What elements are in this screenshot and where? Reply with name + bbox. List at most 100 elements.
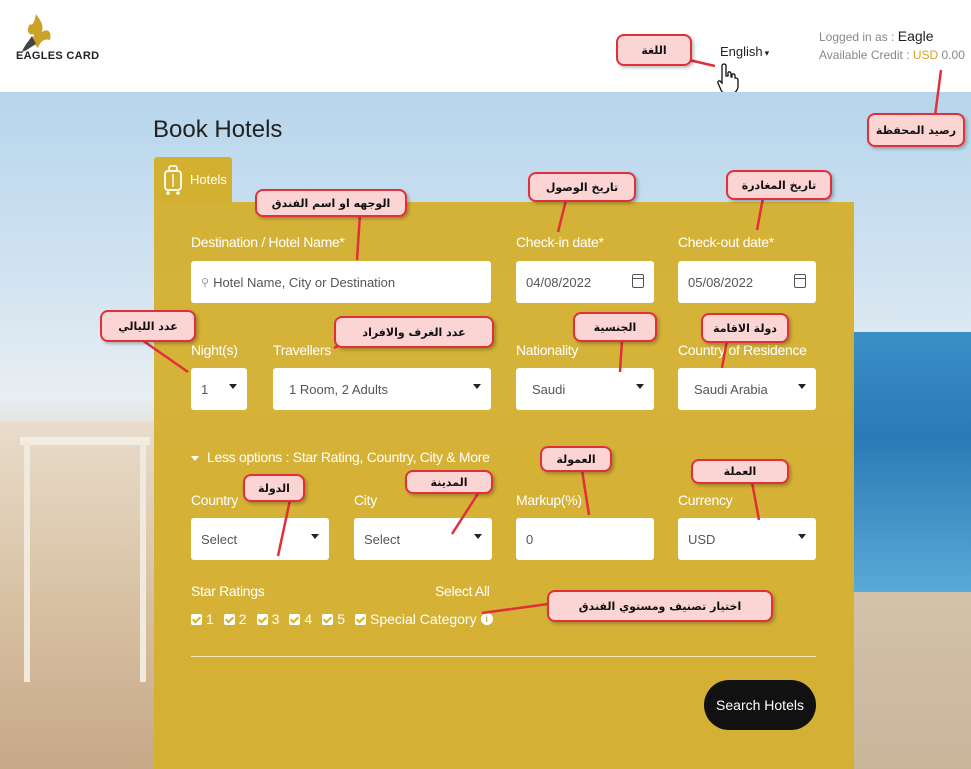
travellers-select[interactable]: 1 Room, 2 Adults <box>273 368 491 410</box>
callout-checkin: تاريخ الوصول <box>528 172 636 202</box>
star-checkbox-2[interactable]: 2 <box>223 611 247 627</box>
sea-background <box>851 332 971 592</box>
country-value: Select <box>201 531 238 547</box>
credit-currency: USD <box>912 48 939 62</box>
callout-destination: الوجهه او اسم الفندق <box>255 189 407 217</box>
currency-select[interactable]: USD <box>678 518 816 560</box>
star-label: 4 <box>304 611 313 627</box>
checkout-date-input[interactable]: 05/08/2022 <box>678 261 816 303</box>
luggage-icon <box>164 164 182 195</box>
markup-label: Markup(%) <box>516 492 582 508</box>
star-label: 2 <box>238 611 247 627</box>
logged-in-info: Logged in as : Eagle <box>819 28 934 44</box>
select-all-link[interactable]: Select All <box>435 583 490 599</box>
star-checkbox-1[interactable]: 1 <box>191 611 214 627</box>
star-checkbox-5[interactable]: 5 <box>322 611 345 627</box>
credit-amount: 0.00 <box>941 48 965 62</box>
star-label: 1 <box>206 611 214 627</box>
destination-placeholder: Hotel Name, City or Destination <box>213 274 396 290</box>
callout-wallet: رصيد المحفظة <box>867 113 965 147</box>
star-checkbox-3[interactable]: 3 <box>256 611 280 627</box>
country-label: Country <box>191 492 238 508</box>
checkbox-checked-icon <box>223 613 235 625</box>
info-icon[interactable]: i <box>480 613 493 625</box>
chevron-down-icon <box>474 534 482 539</box>
checkbox-checked-icon <box>191 613 202 625</box>
less-options-label: Less options : Star Rating, Country, Cit… <box>207 449 490 465</box>
triangle-down-icon <box>191 455 199 461</box>
chevron-down-icon <box>798 534 806 539</box>
star-label: 5 <box>337 611 345 627</box>
checkin-value: 04/08/2022 <box>526 274 592 290</box>
callout-nights: عدد الليالي <box>100 310 196 342</box>
residence-label: Country of Residence <box>678 342 807 358</box>
logged-in-label: Logged in as : <box>819 30 895 44</box>
country-select[interactable]: Select <box>191 518 329 560</box>
cabana-post <box>24 442 30 682</box>
destination-label: Destination / Hotel Name* <box>191 234 345 250</box>
language-label: English <box>720 44 763 59</box>
callout-nationality: الجنسية <box>573 312 657 342</box>
checkbox-checked-icon <box>322 613 334 625</box>
chevron-down-icon <box>229 384 237 389</box>
star-ratings-label: Star Ratings <box>191 583 265 599</box>
chevron-down-icon <box>798 384 806 389</box>
language-selector[interactable]: English ▾ <box>720 44 769 59</box>
less-options-toggle[interactable]: Less options : Star Rating, Country, Cit… <box>191 449 490 465</box>
caret-down-icon: ▾ <box>764 48 770 58</box>
currency-value: USD <box>688 531 716 547</box>
nights-value: 1 <box>201 381 209 397</box>
divider <box>191 656 816 657</box>
nationality-select[interactable]: Saudi <box>516 368 654 410</box>
page-title: Book Hotels <box>153 116 283 143</box>
checkout-label: Check-out date* <box>678 234 774 250</box>
cabana-roof <box>20 437 150 445</box>
cabana-post <box>140 442 146 682</box>
calendar-icon[interactable] <box>794 274 806 288</box>
available-credit: Available Credit : USD 0.00 <box>819 48 965 62</box>
residence-value: Saudi Arabia <box>694 381 768 397</box>
callout-city: المدينة <box>405 470 493 494</box>
callout-country: الدولة <box>243 474 305 502</box>
callout-residence: دولة الاقامة <box>701 313 789 343</box>
special-category-checkbox[interactable]: Special Category i <box>354 611 493 627</box>
markup-input[interactable]: 0 <box>516 518 654 560</box>
special-category-label: Special Category <box>369 611 477 627</box>
star-checkbox-4[interactable]: 4 <box>289 611 312 627</box>
travellers-label: Travellers <box>273 342 331 358</box>
star-label: 3 <box>271 611 280 627</box>
city-select[interactable]: Select <box>354 518 492 560</box>
checkin-date-input[interactable]: 04/08/2022 <box>516 261 654 303</box>
callout-rooms: عدد الغرف والافراد <box>334 316 494 348</box>
checkbox-checked-icon <box>289 613 301 625</box>
nights-select[interactable]: 1 <box>191 368 247 410</box>
location-pin-icon: ⚲ <box>201 276 210 289</box>
nationality-label: Nationality <box>516 342 579 358</box>
residence-select[interactable]: Saudi Arabia <box>678 368 816 410</box>
chevron-down-icon <box>473 384 481 389</box>
city-label: City <box>354 492 377 508</box>
checkin-label: Check-in date* <box>516 234 604 250</box>
tab-hotels[interactable]: Hotels <box>154 157 232 202</box>
callout-language: اللغة <box>616 34 692 66</box>
city-value: Select <box>364 531 401 547</box>
chevron-down-icon <box>636 384 644 389</box>
search-hotels-button[interactable]: Search Hotels <box>704 680 816 730</box>
destination-input[interactable]: ⚲ Hotel Name, City or Destination <box>191 261 491 303</box>
currency-label: Currency <box>678 492 733 508</box>
markup-value: 0 <box>526 531 534 547</box>
travellers-value: 1 Room, 2 Adults <box>289 381 388 397</box>
checkbox-checked-icon <box>256 613 268 625</box>
nationality-value: Saudi <box>532 381 566 397</box>
nights-label: Night(s) <box>191 342 238 358</box>
callout-markup: العمولة <box>540 446 612 472</box>
callout-currency: العملة <box>691 459 789 484</box>
calendar-icon[interactable] <box>632 274 644 288</box>
header: EAGLES CARD English ▾ Logged in as : Eagl… <box>0 0 971 95</box>
callout-checkout: تاريخ المغادرة <box>726 170 832 200</box>
checkout-value: 05/08/2022 <box>688 274 754 290</box>
credit-label: Available Credit : <box>819 48 910 62</box>
logo-text: EAGLES CARD <box>16 50 100 62</box>
star-ratings-group: 1 2 3 4 5 Special Category i <box>191 611 503 627</box>
checkbox-checked-icon <box>354 613 366 625</box>
